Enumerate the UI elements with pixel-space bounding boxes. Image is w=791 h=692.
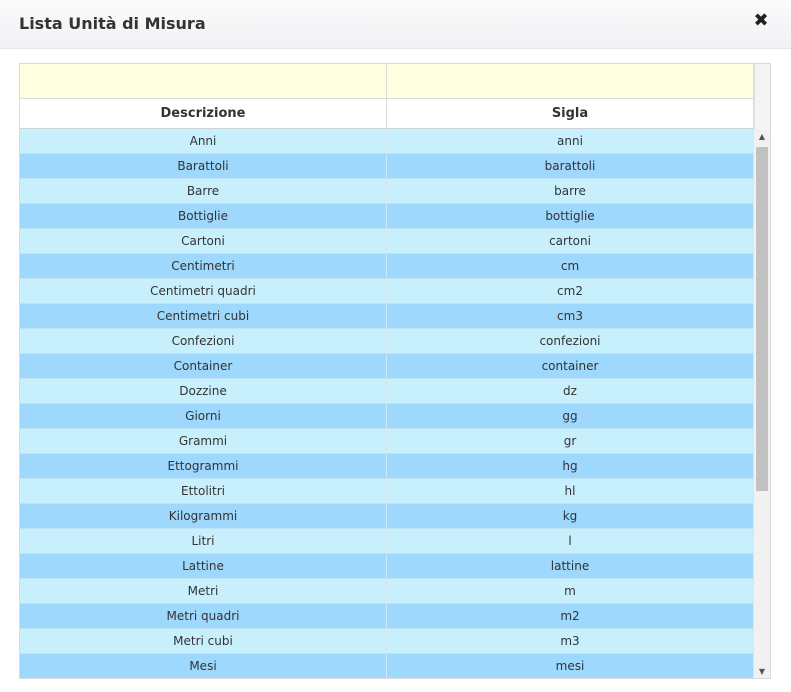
table-row[interactable]: Lattine lattine	[20, 554, 754, 579]
cell-sigla: bottiglie	[387, 204, 754, 228]
table-row[interactable]: Bottiglie bottiglie	[20, 204, 754, 229]
vertical-scrollbar[interactable]: ▲ ▼	[754, 129, 770, 678]
cell-descrizione: Litri	[20, 529, 387, 553]
cell-descrizione: Grammi	[20, 429, 387, 453]
cell-descrizione: Container	[20, 354, 387, 378]
dialog-titlebar: Lista Unità di Misura ✖	[0, 0, 791, 49]
cell-descrizione: Anni	[20, 129, 387, 153]
table-row[interactable]: Barattoli barattoli	[20, 154, 754, 179]
table-row[interactable]: Ettolitri hl	[20, 479, 754, 504]
cell-sigla: confezioni	[387, 329, 754, 353]
cell-sigla: gr	[387, 429, 754, 453]
cell-sigla: cm2	[387, 279, 754, 303]
cell-descrizione: Cartoni	[20, 229, 387, 253]
cell-descrizione: Centimetri quadri	[20, 279, 387, 303]
header-row: Descrizione Sigla	[20, 99, 754, 129]
cell-descrizione: Ettogrammi	[20, 454, 387, 478]
cell-descrizione: Giorni	[20, 404, 387, 428]
cell-sigla: l	[387, 529, 754, 553]
cell-descrizione: Dozzine	[20, 379, 387, 403]
cell-descrizione: Metri quadri	[20, 604, 387, 628]
table-row[interactable]: Confezioni confezioni	[20, 329, 754, 354]
scrollbar-header-spacer	[754, 64, 770, 129]
cell-sigla: cm3	[387, 304, 754, 328]
table-row[interactable]: Centimetri quadri cm2	[20, 279, 754, 304]
units-grid: Descrizione Sigla Anni anni Barattoli barat…	[19, 63, 771, 679]
cell-sigla: mesi	[387, 654, 754, 678]
cell-sigla: m2	[387, 604, 754, 628]
cell-sigla: cartoni	[387, 229, 754, 253]
filter-sigla[interactable]	[387, 64, 754, 98]
filter-descrizione[interactable]	[20, 64, 387, 98]
cell-descrizione: Metri cubi	[20, 629, 387, 653]
table-row[interactable]: Giorni gg	[20, 404, 754, 429]
cell-descrizione: Barattoli	[20, 154, 387, 178]
filter-row	[20, 64, 754, 99]
table-row[interactable]: Metri cubi m3	[20, 629, 754, 654]
close-icon[interactable]: ✖	[752, 11, 770, 31]
table-row[interactable]: Ettogrammi hg	[20, 454, 754, 479]
dialog-title: Lista Unità di Misura	[19, 14, 206, 33]
cell-sigla: dz	[387, 379, 754, 403]
table-row[interactable]: Kilogrammi kg	[20, 504, 754, 529]
table-row[interactable]: Barre barre	[20, 179, 754, 204]
table-row[interactable]: Metri quadri m2	[20, 604, 754, 629]
cell-descrizione: Bottiglie	[20, 204, 387, 228]
cell-sigla: container	[387, 354, 754, 378]
cell-sigla: hl	[387, 479, 754, 503]
cell-sigla: anni	[387, 129, 754, 153]
cell-descrizione: Lattine	[20, 554, 387, 578]
cell-descrizione: Centimetri cubi	[20, 304, 387, 328]
cell-descrizione: Confezioni	[20, 329, 387, 353]
column-header-sigla[interactable]: Sigla	[387, 99, 754, 128]
table-row[interactable]: Dozzine dz	[20, 379, 754, 404]
column-header-descrizione[interactable]: Descrizione	[20, 99, 387, 128]
scrollbar-thumb[interactable]	[756, 147, 768, 491]
scroll-down-icon[interactable]: ▼	[754, 664, 770, 678]
cell-descrizione: Mesi	[20, 654, 387, 678]
cell-sigla: gg	[387, 404, 754, 428]
cell-sigla: m3	[387, 629, 754, 653]
cell-sigla: kg	[387, 504, 754, 528]
cell-descrizione: Barre	[20, 179, 387, 203]
table-row[interactable]: Anni anni	[20, 129, 754, 154]
table-row[interactable]: Cartoni cartoni	[20, 229, 754, 254]
cell-sigla: lattine	[387, 554, 754, 578]
table-row[interactable]: Metri m	[20, 579, 754, 604]
cell-sigla: barre	[387, 179, 754, 203]
table-row[interactable]: Centimetri cm	[20, 254, 754, 279]
cell-descrizione: Kilogrammi	[20, 504, 387, 528]
cell-sigla: hg	[387, 454, 754, 478]
grid-body: Anni anni Barattoli barattoli Barre barre Bott…	[20, 129, 754, 678]
table-row[interactable]: Mesi mesi	[20, 654, 754, 678]
cell-descrizione: Centimetri	[20, 254, 387, 278]
table-row[interactable]: Centimetri cubi cm3	[20, 304, 754, 329]
table-row[interactable]: Container container	[20, 354, 754, 379]
table-row[interactable]: Grammi gr	[20, 429, 754, 454]
table-row[interactable]: Litri l	[20, 529, 754, 554]
cell-sigla: m	[387, 579, 754, 603]
cell-sigla: barattoli	[387, 154, 754, 178]
cell-descrizione: Ettolitri	[20, 479, 387, 503]
cell-descrizione: Metri	[20, 579, 387, 603]
scroll-up-icon[interactable]: ▲	[754, 129, 770, 145]
cell-sigla: cm	[387, 254, 754, 278]
unit-list-dialog: Lista Unità di Misura ✖ Descrizione Sigl…	[0, 0, 791, 692]
